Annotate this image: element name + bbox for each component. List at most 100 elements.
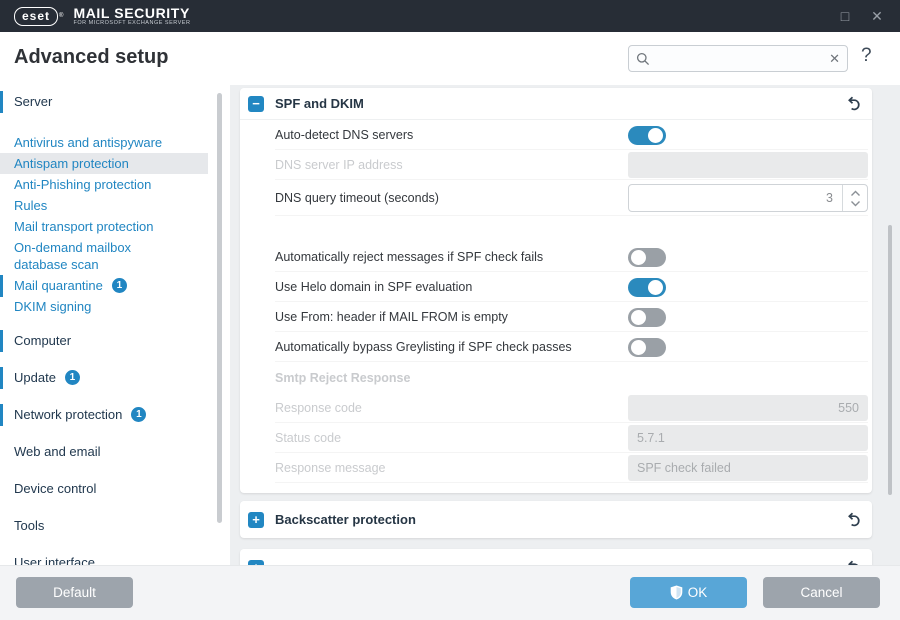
setting-row: Response message SPF check failed <box>240 453 872 483</box>
sidebar-item-antivirus-and-antispyware[interactable]: Antivirus and antispyware <box>0 132 208 153</box>
sidebar-item-label: Antivirus and antispyware <box>14 135 162 150</box>
setting-label: Response message <box>275 461 385 475</box>
setting-control <box>628 126 868 145</box>
input-value: 5.7.1 <box>637 431 665 445</box>
setting-row: Status code5.7.1 <box>240 423 872 453</box>
ok-button[interactable]: OK <box>630 577 747 608</box>
setting-row: Use From: header if MAIL FROM is empty <box>240 302 872 332</box>
clear-search-icon[interactable]: ✕ <box>829 51 840 67</box>
sidebar-item-computer[interactable]: Computer <box>0 330 208 351</box>
sidebar-item-label: On-demand mailbox database scan <box>14 239 172 273</box>
setting-row: DNS server IP address <box>240 150 872 180</box>
sidebar-item-mail-transport-protection[interactable]: Mail transport protection <box>0 216 208 237</box>
registered-mark: ® <box>59 13 63 19</box>
number-value: 3 <box>629 185 842 211</box>
attention-marker <box>0 275 3 297</box>
setting-label: Response code <box>275 401 362 415</box>
toggle-knob <box>631 250 646 265</box>
number-input[interactable]: 3 <box>628 184 868 212</box>
settings-content: − SPF and DKIM Auto-detect DNS servers DN… <box>230 85 900 565</box>
sidebar-item-dkim-signing[interactable]: DKIM signing <box>0 296 208 317</box>
sidebar-item-rules[interactable]: Rules <box>0 195 208 216</box>
sidebar-item-label: Mail transport protection <box>14 219 153 234</box>
input-value: 550 <box>838 401 859 415</box>
section-spf-and-dkim: − SPF and DKIM Auto-detect DNS servers DN… <box>240 88 872 493</box>
search-input[interactable] <box>655 52 829 66</box>
revert-icon[interactable] <box>844 95 862 113</box>
setting-control: 3 <box>628 184 868 212</box>
sidebar-item-label: Web and email <box>14 444 100 459</box>
sidebar-item-label: Computer <box>14 333 71 348</box>
text-input-disabled <box>628 152 868 178</box>
toggle-knob <box>648 280 663 295</box>
attention-marker <box>0 330 3 352</box>
product-subtitle: FOR MICROSOFT EXCHANGE SERVER <box>73 21 190 27</box>
sidebar-item-label: DKIM signing <box>14 299 91 314</box>
default-button[interactable]: Default <box>16 577 133 608</box>
text-input-disabled: SPF check failed <box>628 455 868 481</box>
footer-bar: Default OK Cancel <box>0 565 900 620</box>
header-band: Advanced setup ✕ ? <box>0 32 900 85</box>
ok-button-label: OK <box>688 585 708 600</box>
spinner-down-icon[interactable] <box>850 200 861 207</box>
collapse-icon[interactable]: − <box>248 96 264 112</box>
setting-row: Automatically bypass Greylisting if SPF … <box>240 332 872 362</box>
attention-marker <box>0 404 3 426</box>
setting-label: Automatically reject messages if SPF che… <box>275 250 543 264</box>
setting-control: 550 <box>628 395 868 421</box>
setting-control <box>628 248 868 267</box>
row-spacer <box>240 216 872 242</box>
setting-row: Response code 550 <box>240 393 872 423</box>
sidebar-item-device-control[interactable]: Device control <box>0 478 208 499</box>
toggle-switch-off[interactable] <box>628 308 666 327</box>
sidebar: Server Antivirus and antispyware Antispam … <box>0 85 230 565</box>
sidebar-item-label: Tools <box>14 518 44 533</box>
sidebar-item-server[interactable]: Server <box>0 91 208 112</box>
sidebar-item-mail-quarantine[interactable]: Mail quarantine1 <box>0 275 208 296</box>
setting-control <box>628 308 868 327</box>
toggle-switch-on[interactable] <box>628 126 666 145</box>
setting-row: Use Helo domain in SPF evaluation <box>240 272 872 302</box>
text-input-disabled: 550 <box>628 395 868 421</box>
sidebar-item-update[interactable]: Update1 <box>0 367 208 388</box>
content-scrollbar[interactable] <box>888 225 892 495</box>
sidebar-item-tools[interactable]: Tools <box>0 515 208 536</box>
sidebar-scrollbar[interactable] <box>217 93 222 523</box>
setting-row: DNS query timeout (seconds) 3 <box>240 180 872 216</box>
sidebar-item-label: User interface <box>14 555 95 565</box>
close-button[interactable]: ✕ <box>868 9 886 23</box>
revert-icon[interactable] <box>844 511 862 529</box>
cancel-button[interactable]: Cancel <box>763 577 880 608</box>
notification-badge: 1 <box>131 407 146 422</box>
sidebar-item-user-interface[interactable]: User interface <box>0 552 208 565</box>
setting-label: DNS server IP address <box>275 158 403 172</box>
sidebar-item-anti-phishing-protection[interactable]: Anti-Phishing protection <box>0 174 208 195</box>
sidebar-item-label: Mail quarantine <box>14 278 103 293</box>
setting-row: Auto-detect DNS servers <box>240 120 872 150</box>
setting-label: Use Helo domain in SPF evaluation <box>275 280 472 294</box>
spinner[interactable] <box>842 185 867 211</box>
sidebar-item-on-demand-mailbox-database-scan[interactable]: On-demand mailbox database scan <box>0 237 208 275</box>
toggle-switch-off[interactable] <box>628 248 666 267</box>
expand-icon[interactable]: + <box>248 512 264 528</box>
section-header-spf-and-dkim[interactable]: − SPF and DKIM <box>240 88 872 120</box>
page-title: Advanced setup <box>14 46 168 69</box>
sidebar-item-antispam-protection[interactable]: Antispam protection <box>0 153 208 174</box>
section-header-partial[interactable]: + <box>240 549 872 565</box>
sidebar-item-label: Anti-Phishing protection <box>14 177 151 192</box>
search-box[interactable]: ✕ <box>628 45 848 72</box>
setting-row: Automatically reject messages if SPF che… <box>240 242 872 272</box>
toggle-knob <box>631 340 646 355</box>
product-title: MAIL SECURITY FOR MICROSOFT EXCHANGE SER… <box>73 6 190 27</box>
toggle-switch-off[interactable] <box>628 338 666 357</box>
search-icon <box>636 52 650 66</box>
toggle-switch-on[interactable] <box>628 278 666 297</box>
help-icon[interactable]: ? <box>861 45 872 67</box>
section-header-backscatter[interactable]: + Backscatter protection <box>240 501 872 538</box>
sidebar-item-network-protection[interactable]: Network protection1 <box>0 404 208 425</box>
advanced-setup-window: eset ® MAIL SECURITY FOR MICROSOFT EXCHA… <box>0 0 900 620</box>
sidebar-item-web-and-email[interactable]: Web and email <box>0 441 208 462</box>
maximize-button[interactable]: □ <box>836 9 854 23</box>
setting-label: DNS query timeout (seconds) <box>275 191 439 205</box>
spinner-up-icon[interactable] <box>850 190 861 197</box>
